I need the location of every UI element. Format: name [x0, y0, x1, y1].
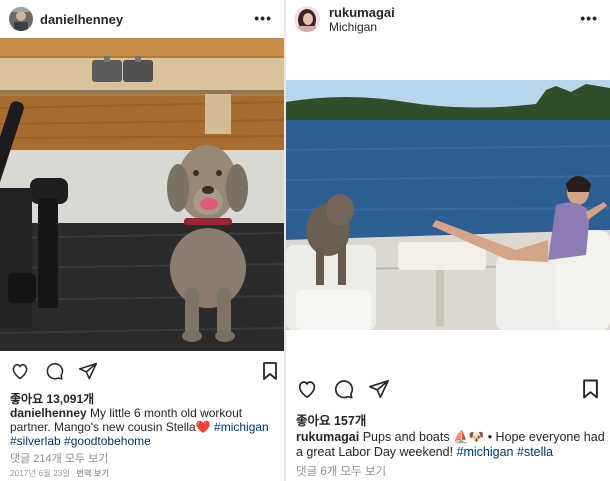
- header-text: rukumagai Michigan: [329, 5, 395, 35]
- hashtag-goodtobehome[interactable]: #goodtobehome: [64, 434, 151, 448]
- avatar[interactable]: [294, 6, 320, 32]
- share-icon[interactable]: [78, 361, 98, 381]
- hashtag-silverlab[interactable]: #silverlab: [10, 434, 61, 448]
- more-options-icon[interactable]: •••: [580, 10, 598, 26]
- username[interactable]: rukumagai: [329, 5, 395, 20]
- post-header: danielhenney •••: [0, 0, 284, 38]
- bookmark-icon[interactable]: [582, 379, 599, 399]
- hashtag-michigan[interactable]: #michigan: [457, 445, 514, 459]
- hashtag-stella[interactable]: #stella: [517, 445, 553, 459]
- post-caption: danielhenney My little 6 month old worko…: [10, 406, 280, 448]
- caption-emoji: ⛵🐶: [453, 430, 485, 444]
- comment-icon[interactable]: [44, 361, 64, 381]
- heart-icon[interactable]: [10, 361, 30, 381]
- post-caption: rukumagai Pups and boats ⛵🐶 • Hope every…: [296, 430, 606, 460]
- action-bar: [10, 361, 112, 381]
- instagram-post-danielhenney: danielhenney ••• 좋아요 13,091개 danielhenne…: [0, 0, 284, 481]
- avatar[interactable]: [9, 7, 33, 31]
- caption-text: Pups and boats: [362, 430, 450, 444]
- heart-icon[interactable]: [296, 378, 318, 400]
- caption-username[interactable]: danielhenney: [10, 406, 87, 420]
- likes-count[interactable]: 좋아요 157개: [296, 410, 366, 429]
- view-all-comments-link[interactable]: 댓글 214개 모두 보기: [10, 450, 108, 466]
- post-header: rukumagai Michigan •••: [286, 0, 610, 40]
- location[interactable]: Michigan: [329, 20, 395, 35]
- see-translation-link[interactable]: 번역 보기: [77, 469, 110, 478]
- username[interactable]: danielhenney: [40, 12, 123, 27]
- more-options-icon[interactable]: •••: [254, 10, 272, 26]
- action-bar: [296, 378, 404, 400]
- view-all-comments-link[interactable]: 댓글 6개 모두 보기: [296, 463, 386, 479]
- date-text: 2017년 6월 23일: [10, 469, 71, 478]
- instagram-post-rukumagai: rukumagai Michigan ••• 좋아요 157개 rukumaga…: [286, 0, 610, 481]
- post-photo[interactable]: [286, 80, 610, 330]
- post-photo[interactable]: [0, 38, 284, 351]
- hashtag-michigan[interactable]: #michigan: [214, 420, 269, 434]
- comment-icon[interactable]: [332, 378, 354, 400]
- bookmark-icon[interactable]: [262, 362, 278, 380]
- heart-emoji: ❤️: [195, 420, 211, 434]
- share-icon[interactable]: [368, 378, 390, 400]
- likes-count[interactable]: 좋아요 13,091개: [10, 390, 94, 407]
- caption-username[interactable]: rukumagai: [296, 430, 359, 444]
- post-date: 2017년 6월 23일 번역 보기: [10, 468, 109, 479]
